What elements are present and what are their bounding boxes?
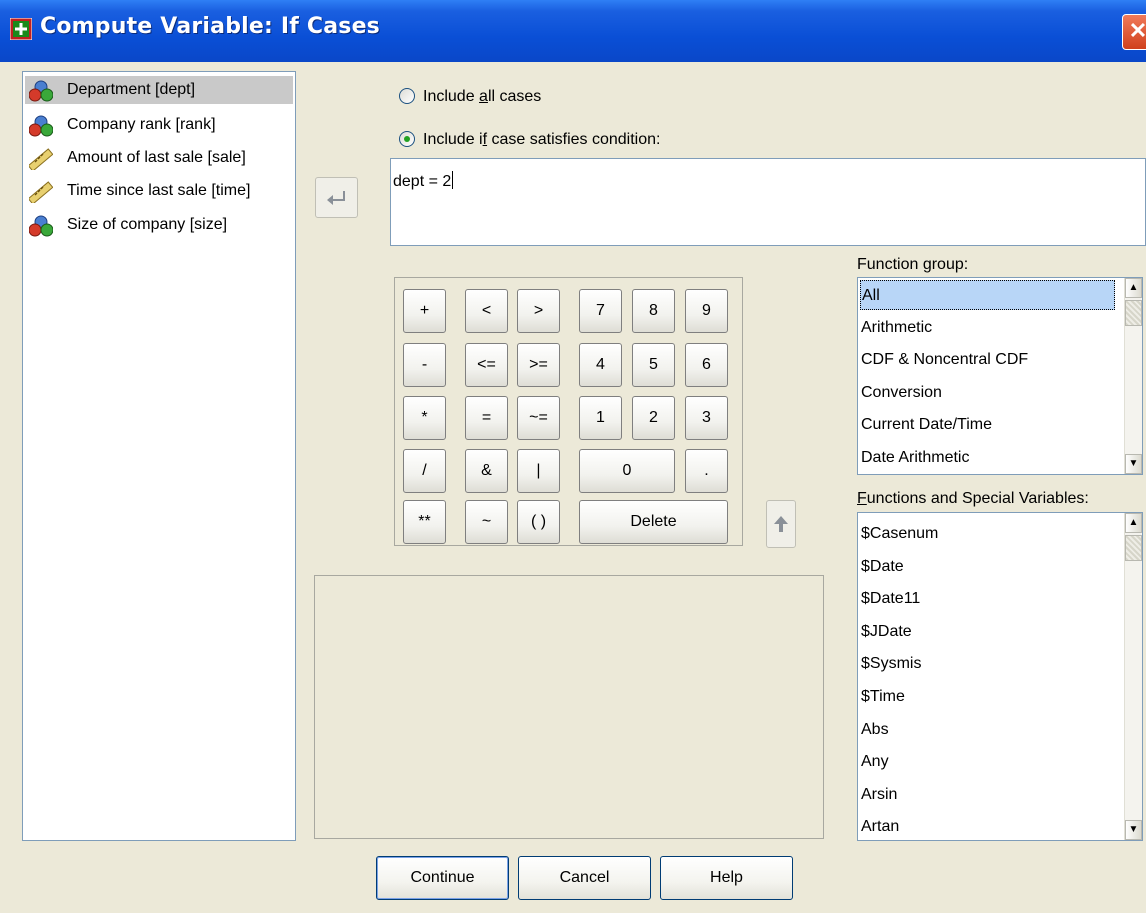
function-item[interactable]: $Date — [860, 552, 904, 582]
functions-scrollbar[interactable]: ▲ ▼ — [1124, 513, 1142, 840]
variable-item[interactable]: Time since last sale [time] — [25, 177, 293, 205]
nominal-variable-icon — [29, 215, 53, 237]
function-group-list[interactable]: ▲ ▼ All Arithmetic CDF & Noncentral CDF Con… — [857, 277, 1143, 475]
keypad-key[interactable]: 3 — [685, 396, 728, 440]
radio-circle-icon[interactable] — [399, 88, 415, 104]
variable-label: Time since last sale [time] — [67, 182, 251, 199]
function-group-item[interactable]: Conversion — [860, 378, 1116, 408]
function-item[interactable]: $Time — [860, 682, 905, 712]
radio-checked-icon[interactable] — [399, 131, 415, 147]
delete-button[interactable]: Delete — [579, 500, 728, 544]
condition-expression-input[interactable]: dept = 2 — [390, 158, 1146, 246]
keypad-key[interactable]: & — [465, 449, 508, 493]
variable-item[interactable]: Department [dept] — [25, 76, 293, 104]
scroll-up-icon[interactable]: ▲ — [1125, 278, 1142, 298]
nominal-variable-icon — [29, 115, 53, 137]
variable-label: Department [dept] — [67, 81, 196, 98]
functions-list[interactable]: ▲ ▼ $Casenum $Date $Date11 $JDate $Sysmis $Ti… — [857, 512, 1143, 841]
function-group-item[interactable]: Current Date/Time — [860, 410, 1116, 440]
text-caret — [452, 171, 454, 189]
variable-item[interactable]: Amount of last sale [sale] — [25, 144, 293, 172]
function-item[interactable]: $Date11 — [860, 584, 920, 614]
help-button[interactable]: Help — [660, 856, 793, 900]
keypad-key[interactable]: - — [403, 343, 446, 387]
keypad-key[interactable]: >= — [517, 343, 560, 387]
keypad-key[interactable]: 7 — [579, 289, 622, 333]
function-item[interactable]: $Sysmis — [860, 649, 921, 679]
keypad-key[interactable]: 1 — [579, 396, 622, 440]
function-item[interactable]: Artan — [860, 812, 899, 840]
keypad-key[interactable]: ~= — [517, 396, 560, 440]
scrollbar-thumb[interactable] — [1125, 300, 1142, 326]
functions-special-variables-label: Functions and Special Variables: — [857, 490, 1089, 507]
window-title: Compute Variable: If Cases — [40, 14, 380, 39]
keypad-key[interactable]: 6 — [685, 343, 728, 387]
variable-item[interactable]: Company rank [rank] — [25, 111, 293, 139]
variable-list[interactable]: Department [dept] Company rank [rank] Amou… — [22, 71, 296, 841]
keypad-key[interactable]: > — [517, 289, 560, 333]
variable-label: Company rank [rank] — [67, 116, 216, 133]
keypad-key[interactable]: = — [465, 396, 508, 440]
keypad-key[interactable]: 0 — [579, 449, 675, 493]
keypad-key[interactable]: | — [517, 449, 560, 493]
keypad-key[interactable]: + — [403, 289, 446, 333]
function-group-item[interactable]: Date Arithmetic — [860, 443, 1116, 473]
function-item[interactable]: Arsin — [860, 780, 897, 810]
function-item[interactable]: $JDate — [860, 617, 912, 647]
nominal-variable-icon — [29, 80, 53, 102]
variable-item[interactable]: Size of company [size] — [25, 211, 293, 239]
move-variable-button[interactable] — [315, 177, 358, 218]
scrollbar-thumb[interactable] — [1125, 535, 1142, 561]
function-group-item[interactable]: Arithmetic — [860, 313, 1116, 343]
variable-label: Amount of last sale [sale] — [67, 149, 246, 166]
close-button[interactable]: ✕ — [1122, 14, 1146, 50]
continue-button[interactable]: Continue — [376, 856, 509, 900]
keypad-key[interactable]: 5 — [632, 343, 675, 387]
keypad-key[interactable]: 4 — [579, 343, 622, 387]
scroll-down-icon[interactable]: ▼ — [1125, 454, 1142, 474]
up-arrow-icon — [774, 516, 788, 532]
keypad-key[interactable]: . — [685, 449, 728, 493]
function-group-item[interactable]: CDF & Noncentral CDF — [860, 345, 1116, 375]
return-arrow-icon — [326, 191, 345, 205]
keypad-key[interactable]: 2 — [632, 396, 675, 440]
condition-text: dept = 2 — [393, 173, 452, 190]
scale-variable-icon — [29, 181, 53, 203]
function-group-label: Function group: — [857, 256, 969, 273]
scroll-up-icon[interactable]: ▲ — [1125, 513, 1142, 533]
function-item[interactable]: Abs — [860, 715, 889, 745]
function-item[interactable]: Any — [860, 747, 889, 777]
include-if-condition-label: Include if case satisfies condition: — [423, 131, 661, 148]
function-group-scrollbar[interactable]: ▲ ▼ — [1124, 278, 1142, 474]
keypad-key[interactable]: ( ) — [517, 500, 560, 544]
function-description-area — [314, 575, 824, 839]
keypad-key[interactable]: 9 — [685, 289, 728, 333]
keypad-key[interactable]: ~ — [465, 500, 508, 544]
insert-function-button[interactable] — [766, 500, 796, 548]
include-all-cases-label: Include all cases — [423, 88, 542, 105]
title-bar: Compute Variable: If Cases ✕ — [0, 0, 1146, 62]
keypad-key[interactable]: ** — [403, 500, 446, 544]
scale-variable-icon — [29, 148, 53, 170]
function-group-item[interactable]: All — [860, 280, 1115, 310]
keypad-key[interactable]: / — [403, 449, 446, 493]
function-item[interactable]: $Casenum — [860, 519, 938, 549]
variable-label: Size of company [size] — [67, 216, 228, 233]
scroll-down-icon[interactable]: ▼ — [1125, 820, 1142, 840]
compute-variable-app-icon — [10, 18, 32, 40]
keypad-key[interactable]: 8 — [632, 289, 675, 333]
keypad-key[interactable]: < — [465, 289, 508, 333]
calculator-keypad: + < >7 8 9 - <= >= 4 5 6 * = ~= 1 2 3 /& | 0. ** ~( ) Delete — [394, 277, 743, 546]
cancel-button[interactable]: Cancel — [518, 856, 651, 900]
keypad-key[interactable]: <= — [465, 343, 508, 387]
keypad-key[interactable]: * — [403, 396, 446, 440]
